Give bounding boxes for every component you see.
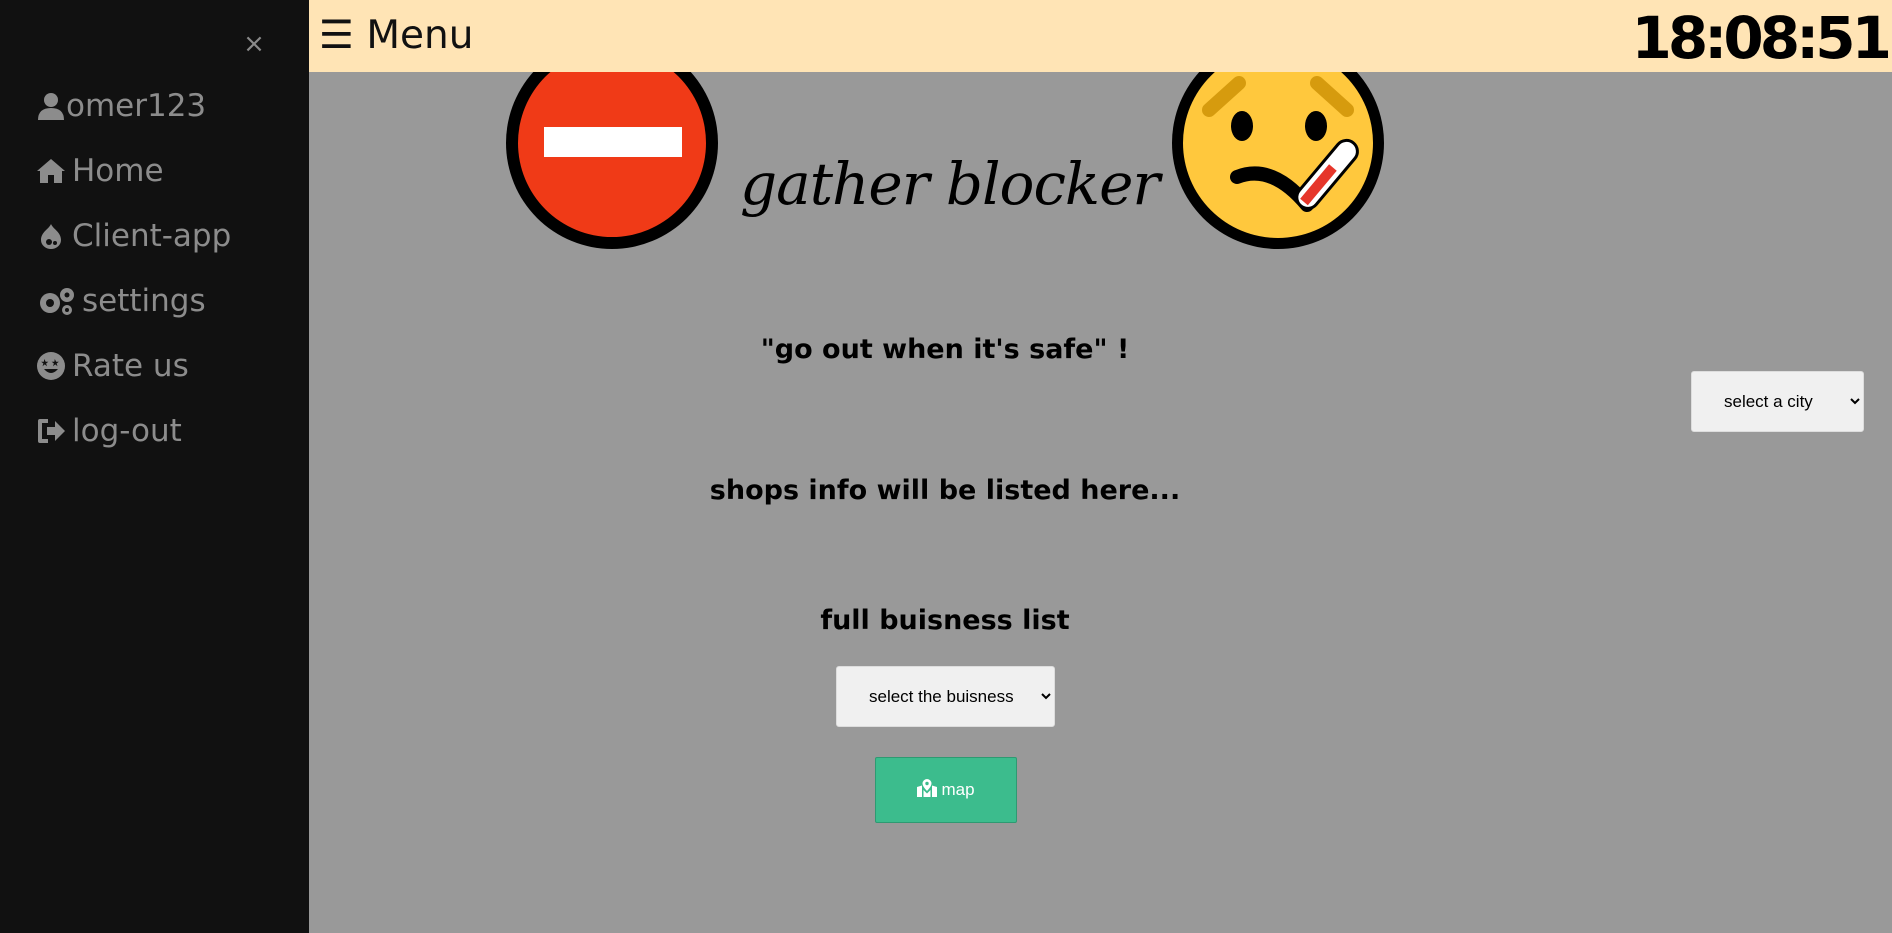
sidebar-item-user[interactable]: omer123 xyxy=(36,84,206,128)
city-select[interactable]: select a city xyxy=(1691,371,1864,432)
sidebar: × omer123 Home Client-app settings Rate … xyxy=(0,0,309,933)
full-business-list-heading: full buisness list xyxy=(820,605,1070,636)
close-sidebar-button[interactable]: × xyxy=(238,28,270,60)
gears-icon xyxy=(36,286,76,316)
map-button-label: map xyxy=(941,780,975,799)
home-icon xyxy=(36,156,66,186)
sidebar-item-label: settings xyxy=(82,283,206,319)
sidebar-item-settings[interactable]: settings xyxy=(36,279,206,323)
sidebar-item-home[interactable]: Home xyxy=(36,149,164,193)
slogan: "go out when it's safe" ! xyxy=(760,334,1130,365)
sidebar-item-label: Home xyxy=(72,153,164,189)
sidebar-item-label: Rate us xyxy=(72,348,189,384)
user-icon xyxy=(36,91,66,121)
top-bar: ☰ Menu 18:08:51 xyxy=(309,0,1892,72)
map-marked-icon xyxy=(917,778,938,802)
shops-info-text: shops info will be listed here... xyxy=(709,475,1181,506)
sidebar-item-label: omer123 xyxy=(66,88,207,124)
sidebar-item-rate-us[interactable]: Rate us xyxy=(36,344,189,388)
sidebar-item-label: Client-app xyxy=(72,218,232,254)
business-select[interactable]: select the buisness xyxy=(836,666,1055,727)
sidebar-item-client-app[interactable]: Client-app xyxy=(36,214,231,258)
app-title: gather blocker xyxy=(740,150,1160,218)
grin-stars-icon xyxy=(36,351,66,381)
menu-button[interactable]: ☰ Menu xyxy=(319,12,473,60)
sick-face-icon xyxy=(1167,37,1389,255)
clock: 18:08:51 xyxy=(1631,4,1892,72)
sidebar-item-log-out[interactable]: log-out xyxy=(36,409,182,453)
sign-out-icon xyxy=(36,416,66,446)
drupal-icon xyxy=(36,221,66,251)
sidebar-item-label: log-out xyxy=(72,413,182,449)
no-entry-icon xyxy=(501,37,723,255)
map-button[interactable]: map xyxy=(875,757,1017,823)
